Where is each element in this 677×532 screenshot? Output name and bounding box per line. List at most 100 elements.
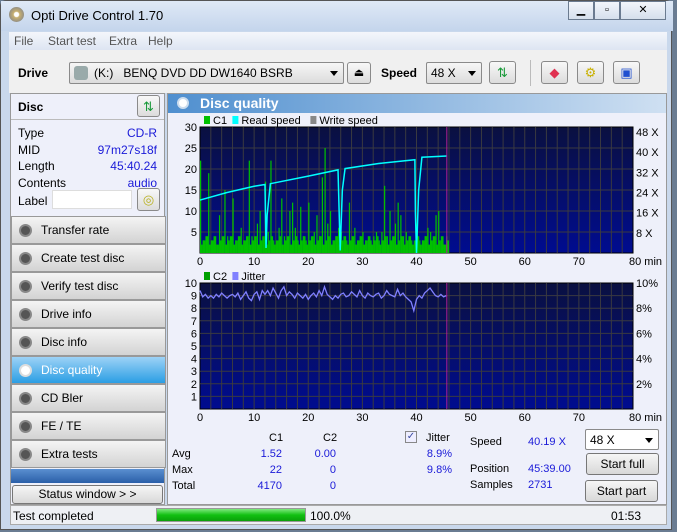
y-tick-label: 6	[191, 328, 197, 340]
c1-base-bar	[435, 244, 439, 253]
c1-base-bar	[394, 244, 398, 253]
c1-base-bar	[432, 236, 436, 253]
nav-create-test-disc[interactable]: Create test disc	[11, 244, 166, 272]
speed-select[interactable]: 48 X	[426, 62, 482, 84]
progress-fill	[157, 509, 305, 521]
legend-swatch	[204, 116, 210, 124]
c1-base-bar	[308, 240, 311, 253]
toolbar-divider	[530, 60, 531, 86]
c1-base-bar	[240, 244, 244, 253]
x-tick-label: 60	[519, 256, 531, 268]
chart-1: C2 Jitter0 10 20 30 40 50 60 70 80 min12345678910…	[185, 271, 662, 424]
stat-avg-label: Avg	[172, 448, 191, 460]
disc-mid-label: MID	[18, 142, 40, 157]
y-tick-label: 10	[185, 206, 197, 218]
legend-label: Read speed	[241, 115, 300, 127]
nav-extra-tests[interactable]: Extra tests	[11, 440, 166, 468]
x-tick-label: 80 min	[629, 256, 662, 268]
drive-value: (K:) BENQ DVD DD DW1640 BSRB	[94, 66, 293, 80]
menu-file[interactable]: File	[14, 34, 33, 48]
c1-base-bar	[367, 236, 371, 253]
c1-base-bar	[216, 244, 219, 253]
y-tick-label: 7	[191, 316, 197, 328]
erase-icon[interactable]: ◆	[541, 61, 568, 84]
nav-verify-test-disc[interactable]: Verify test disc	[11, 272, 166, 300]
disc-icon	[19, 364, 32, 377]
legend-label: C2	[213, 271, 227, 283]
nav-transfer-rate[interactable]: Transfer rate	[11, 216, 166, 244]
legend-label: Write speed	[319, 115, 378, 127]
y-tick-label: 4	[191, 354, 197, 366]
nav-fe-te[interactable]: FE / TE	[11, 412, 166, 440]
jitter-checkbox[interactable]: ✓	[405, 431, 417, 443]
chevron-down-icon	[330, 71, 338, 76]
nav-label: Drive info	[41, 307, 92, 321]
settings-icon[interactable]: ⚙	[577, 61, 604, 84]
c1-base-bar	[227, 240, 230, 253]
maximize-button[interactable]: ▫	[594, 1, 620, 20]
disc-icon[interactable]: ◎	[137, 188, 160, 211]
y-tick-label: 20	[185, 164, 197, 176]
x-tick-label: 0	[197, 412, 203, 424]
close-button[interactable]: ✕	[620, 1, 666, 20]
test-speed-select[interactable]: 48 X	[585, 429, 659, 450]
disc-type-value: CD-R	[127, 126, 157, 140]
save-icon[interactable]: ▣	[613, 61, 640, 84]
col-c1: C1	[269, 432, 284, 444]
c1-base-bar	[221, 236, 225, 253]
y2-tick-label: 16 X	[636, 208, 659, 220]
c1-base-bar	[218, 240, 222, 253]
c1-base-bar	[262, 236, 265, 253]
drive-select[interactable]: (K:) BENQ DVD DD DW1640 BSRB	[69, 62, 344, 84]
jitter-label: Jitter	[426, 432, 450, 444]
start-full-button[interactable]: Start full	[586, 453, 659, 475]
menu-help[interactable]: Help	[148, 34, 173, 48]
y-tick-label: 25	[185, 143, 197, 155]
c1-bar	[248, 160, 250, 253]
x-tick-label: 40	[410, 256, 422, 268]
status-text: Test completed	[13, 509, 94, 523]
label-input[interactable]	[52, 190, 132, 209]
c1-base-bar	[229, 236, 233, 253]
y2-tick-label: 10%	[636, 278, 658, 290]
c1-base-bar	[329, 244, 333, 253]
c1-bar	[224, 190, 226, 253]
x-tick-label: 10	[248, 412, 260, 424]
disc-mid-value: 97m27s18f	[97, 142, 157, 157]
progress-text: 100.0%	[310, 509, 351, 523]
app-window: Opti Drive Control 1.70 ▁ ▫ ✕ File Start…	[0, 0, 673, 530]
disc-quality-icon	[177, 97, 189, 109]
nav-disc-info[interactable]: Disc info	[11, 328, 166, 356]
nav-cd-bler[interactable]: CD Bler	[11, 384, 166, 412]
elapsed-time: 01:53	[611, 509, 642, 523]
menu-extra[interactable]: Extra	[109, 34, 137, 48]
c1-base-bar	[278, 236, 282, 253]
c1-bar	[324, 148, 326, 253]
x-tick-label: 80 min	[629, 412, 662, 424]
stat-max-jitter: 9.8%	[426, 464, 452, 476]
y-tick-label: 5	[191, 227, 197, 239]
nav-drive-info[interactable]: Drive info	[11, 300, 166, 328]
c1-base-bar	[424, 236, 428, 253]
minimize-button[interactable]: ▁	[568, 1, 594, 20]
nav-separator	[11, 469, 164, 483]
menu-start-test[interactable]: Start test	[48, 34, 96, 48]
c1-base-bar	[362, 244, 366, 253]
x-tick-label: 50	[465, 256, 477, 268]
start-part-button[interactable]: Start part	[585, 480, 658, 502]
legend-swatch	[204, 272, 210, 280]
disc-icon	[19, 308, 32, 321]
c1-base-bar	[408, 236, 412, 253]
refresh-icon[interactable]: ⇅	[489, 61, 516, 84]
x-tick-label: 70	[573, 256, 585, 268]
c1-base-bar	[346, 244, 349, 253]
status-window-button[interactable]: Status window > >	[12, 485, 163, 504]
c1-base-bar	[292, 240, 295, 253]
nav-disc-quality[interactable]: Disc quality	[11, 356, 166, 384]
eject-button[interactable]: ⏏	[347, 62, 371, 84]
y2-tick-label: 8%	[636, 303, 652, 315]
c1-base-bar	[389, 240, 393, 253]
c1-base-bar	[443, 244, 447, 253]
disc-quality-panel: Disc quality C1 Read speed Write speed 0 10 2…	[167, 93, 667, 505]
refresh-disc-icon[interactable]: ⇅	[137, 95, 160, 117]
